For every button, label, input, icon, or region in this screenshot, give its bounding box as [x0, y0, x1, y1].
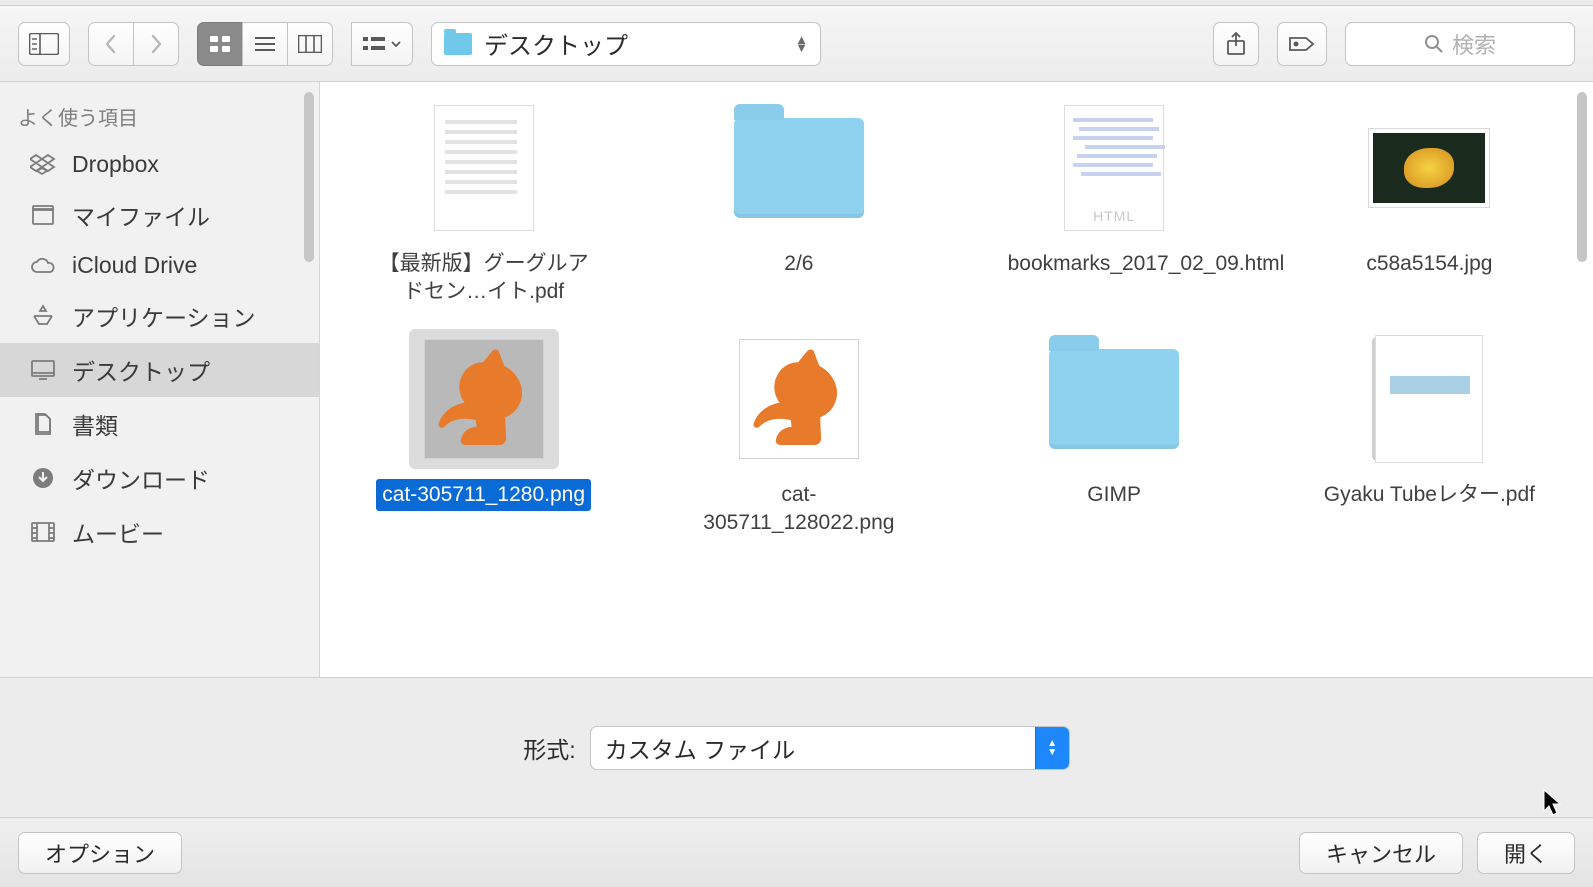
- dropbox-icon: [28, 152, 58, 178]
- file-item[interactable]: bookmarks_2017_02_09.html: [997, 98, 1232, 309]
- apps-icon: [28, 303, 58, 329]
- file-name-label: c58a5154.jpg: [1360, 248, 1498, 280]
- forward-button[interactable]: [133, 22, 179, 66]
- sidebar-item-label: アプリケーション: [72, 299, 256, 333]
- file-thumbnail: [1039, 329, 1189, 469]
- file-thumbnail: [1354, 329, 1504, 469]
- format-label: 形式:: [523, 731, 575, 765]
- sidebar-item-cloud[interactable]: iCloud Drive: [0, 242, 319, 289]
- search-placeholder: 検索: [1452, 28, 1496, 60]
- sidebar-item-documents[interactable]: 書類: [0, 397, 319, 451]
- sidebar-item-label: 書類: [72, 407, 118, 441]
- file-item[interactable]: 2/6: [681, 98, 916, 309]
- downloads-icon: [28, 465, 58, 491]
- sidebar-item-desktop[interactable]: デスクトップ: [0, 343, 319, 397]
- sidebar-item-label: ダウンロード: [72, 461, 210, 495]
- sidebar-item-label: マイファイル: [72, 198, 210, 232]
- file-name-label: cat-305711_128022.png: [686, 479, 911, 540]
- sidebar-item-downloads[interactable]: ダウンロード: [0, 451, 319, 505]
- file-canvas[interactable]: 【最新版】グーグルアドセン…イト.pdf 2/6 bookmarks_2017_02…: [320, 82, 1593, 677]
- file-item[interactable]: GIMP: [997, 329, 1232, 540]
- updown-icon: ▲▼: [795, 36, 808, 52]
- sidebar-item-label: Dropbox: [72, 151, 159, 178]
- sidebar: よく使う項目 Dropbox マイファイル iCloud Drive アプリケーション…: [0, 82, 320, 677]
- sidebar-item-label: iCloud Drive: [72, 252, 197, 279]
- sidebar-item-label: ムービー: [72, 515, 164, 549]
- movies-icon: [28, 519, 58, 545]
- file-thumbnail: [409, 98, 559, 238]
- scrollbar[interactable]: [1577, 92, 1587, 262]
- chevron-down-icon: [390, 39, 402, 49]
- column-view-button[interactable]: [287, 22, 333, 66]
- sidebar-header: よく使う項目: [0, 92, 319, 141]
- file-name-label: bookmarks_2017_02_09.html: [1002, 248, 1227, 280]
- cancel-button[interactable]: キャンセル: [1299, 832, 1463, 874]
- main-area: よく使う項目 Dropbox マイファイル iCloud Drive アプリケーション…: [0, 82, 1593, 677]
- file-item[interactable]: c58a5154.jpg: [1312, 98, 1547, 309]
- file-thumbnail: [409, 329, 559, 469]
- path-dropdown[interactable]: デスクトップ ▲▼: [431, 22, 821, 66]
- file-item[interactable]: 【最新版】グーグルアドセン…イト.pdf: [366, 98, 601, 309]
- tags-button[interactable]: [1277, 22, 1327, 66]
- toolbar: デスクトップ ▲▼ 検索: [0, 6, 1593, 82]
- file-name-label: GIMP: [1081, 479, 1147, 511]
- back-button[interactable]: [88, 22, 134, 66]
- sidebar-toggle-button[interactable]: [18, 22, 70, 66]
- open-button[interactable]: 開く: [1477, 832, 1575, 874]
- search-icon: [1424, 34, 1444, 54]
- view-mode-buttons: [197, 22, 333, 66]
- search-field[interactable]: 検索: [1345, 22, 1575, 66]
- sidebar-item-movies[interactable]: ムービー: [0, 505, 319, 559]
- cloud-icon: [28, 253, 58, 279]
- arrange-button-group: [351, 22, 413, 66]
- nav-buttons: [88, 22, 179, 66]
- file-item[interactable]: cat-305711_128022.png: [681, 329, 916, 540]
- icon-view-button[interactable]: [197, 22, 243, 66]
- file-item[interactable]: Gyaku Tubeレター.pdf: [1312, 329, 1547, 540]
- sidebar-item-myfiles[interactable]: マイファイル: [0, 188, 319, 242]
- updown-icon: ▲▼: [1035, 727, 1069, 769]
- documents-icon: [28, 411, 58, 437]
- myfiles-icon: [28, 202, 58, 228]
- format-value: カスタム ファイル: [605, 731, 1035, 765]
- file-thumbnail: [1039, 98, 1189, 238]
- current-path-label: デスクトップ: [484, 26, 783, 61]
- format-dropdown[interactable]: カスタム ファイル ▲▼: [590, 726, 1070, 770]
- file-thumbnail: [724, 98, 874, 238]
- file-name-label: Gyaku Tubeレター.pdf: [1318, 479, 1541, 511]
- arrange-button[interactable]: [351, 22, 413, 66]
- list-view-button[interactable]: [242, 22, 288, 66]
- file-name-label: 【最新版】グーグルアドセン…イト.pdf: [371, 248, 596, 309]
- scrollbar[interactable]: [304, 92, 314, 262]
- desktop-icon: [28, 357, 58, 383]
- file-thumbnail: [724, 329, 874, 469]
- sidebar-item-dropbox[interactable]: Dropbox: [0, 141, 319, 188]
- file-thumbnail: [1354, 98, 1504, 238]
- format-bar: 形式: カスタム ファイル ▲▼: [0, 677, 1593, 817]
- sidebar-item-label: デスクトップ: [72, 353, 210, 387]
- share-button[interactable]: [1213, 22, 1259, 66]
- file-item[interactable]: cat-305711_1280.png: [366, 329, 601, 540]
- options-button[interactable]: オプション: [18, 832, 182, 874]
- footer: オプション キャンセル 開く: [0, 817, 1593, 887]
- folder-icon: [444, 33, 472, 55]
- file-name-label: cat-305711_1280.png: [376, 479, 591, 511]
- file-name-label: 2/6: [778, 248, 819, 280]
- sidebar-item-apps[interactable]: アプリケーション: [0, 289, 319, 343]
